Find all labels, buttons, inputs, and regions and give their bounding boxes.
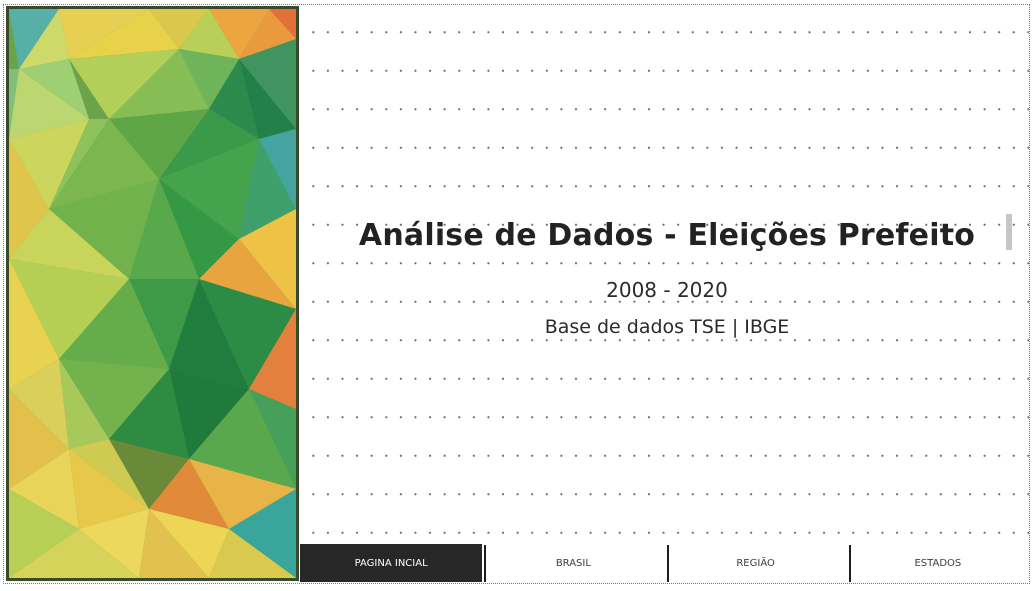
- dotted-canvas: [300, 6, 1029, 543]
- report-year-range: 2008 - 2020: [606, 278, 728, 302]
- low-poly-background-image: [6, 6, 299, 581]
- nav-button-regiao[interactable]: REGIÃO: [664, 544, 847, 582]
- report-title: Análise de Dados - Eleições Prefeito: [358, 218, 976, 253]
- scrollbar-handle[interactable]: [1006, 214, 1012, 250]
- nav-button-brasil[interactable]: BRASIL: [482, 544, 665, 582]
- nav-button-pagina-inicial[interactable]: PAGINA INCIAL: [300, 544, 483, 582]
- report-data-source: Base de dados TSE | IBGE: [544, 316, 790, 338]
- low-poly-artwork: [9, 9, 296, 578]
- nav-button-estados[interactable]: ESTADOS: [846, 544, 1029, 582]
- page-navigation: PAGINA INCIAL BRASIL REGIÃO ESTADOS: [300, 544, 1029, 582]
